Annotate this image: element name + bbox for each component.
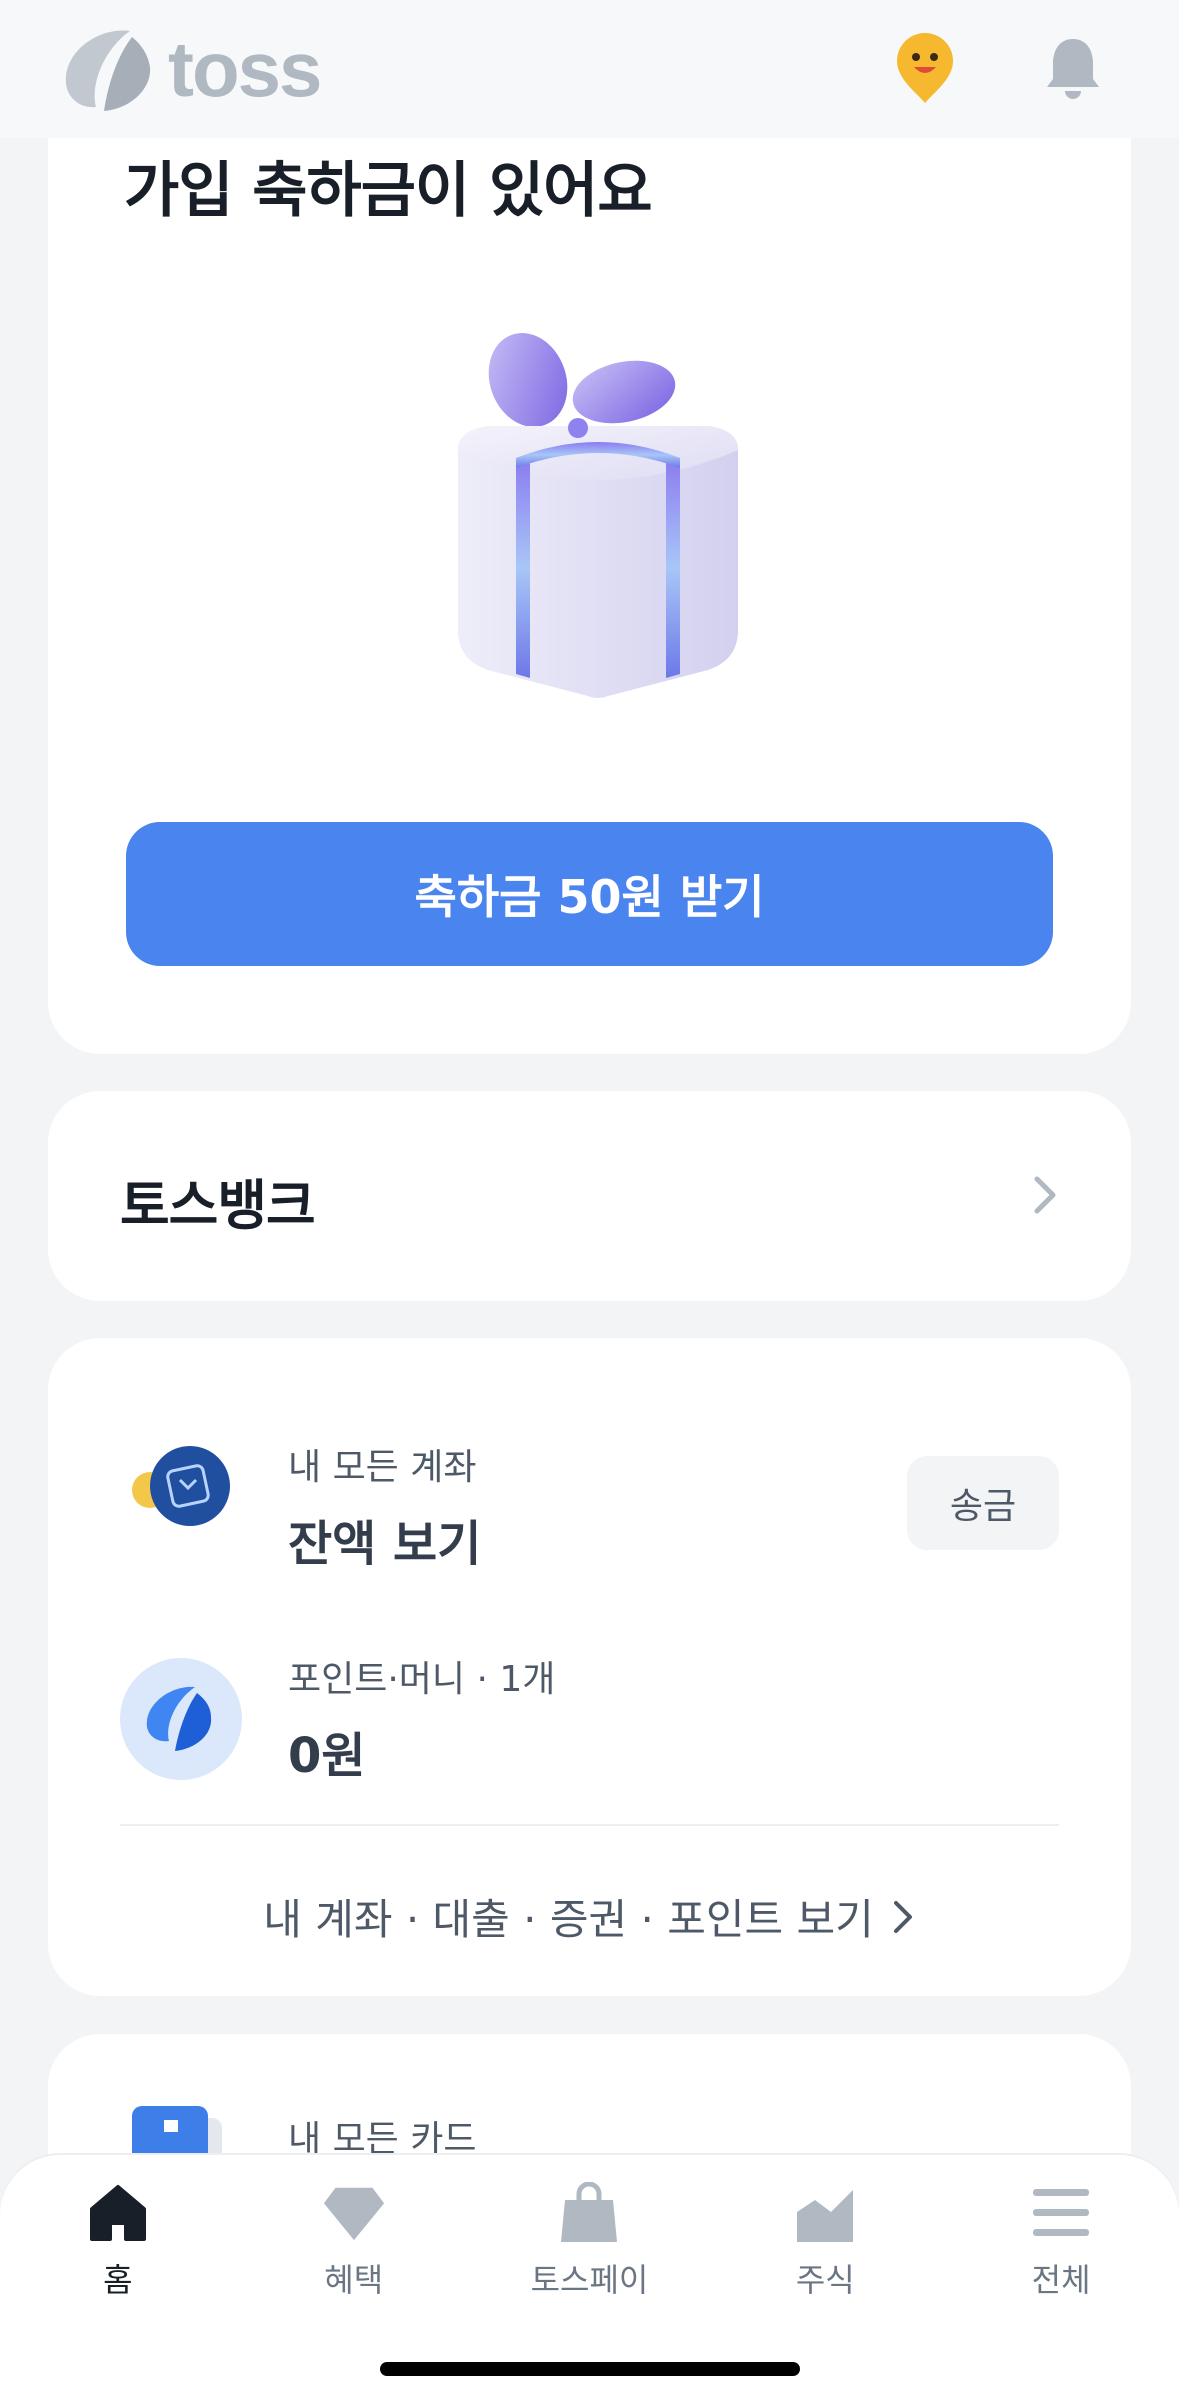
shopping-bag-icon: [557, 2181, 621, 2245]
view-all-assets-link[interactable]: 내 계좌 · 대출 · 증권 · 포인트 보기: [48, 1886, 1131, 1947]
tab-benefits[interactable]: 혜택: [236, 2181, 472, 2301]
tab-tosspay-label: 토스페이: [530, 2261, 649, 2299]
claim-bonus-button[interactable]: 축하금 50원 받기: [126, 822, 1053, 966]
gift-box-icon: [458, 333, 738, 698]
tab-home-label: 홈: [103, 2261, 133, 2299]
toss-logo-icon: [65, 30, 151, 111]
all-accounts-label: 내 모든 계좌: [288, 1447, 477, 1488]
top-header: toss: [0, 0, 1179, 138]
toss-logo[interactable]: toss: [60, 24, 322, 115]
send-money-button[interactable]: 송금: [907, 1456, 1059, 1550]
toss-bank-title: 토스뱅크: [120, 1174, 316, 1237]
chevron-right-icon: [1034, 1176, 1056, 1214]
diamond-icon: [322, 2181, 386, 2245]
divider: [120, 1824, 1059, 1826]
points-balance: 0원: [288, 1728, 366, 1784]
tab-all-label: 전체: [1031, 2261, 1091, 2299]
view-balance-text: 잔액 보기: [288, 1516, 482, 1572]
face-marker-icon[interactable]: [893, 31, 957, 107]
tab-benefits-label: 혜택: [324, 2261, 384, 2299]
bank-account-icon: [120, 1446, 242, 1568]
home-indicator[interactable]: [380, 2362, 800, 2376]
signup-bonus-title: 가입 축하금이 있어요: [124, 156, 653, 226]
view-all-assets-label: 내 계좌 · 대출 · 증권 · 포인트 보기: [263, 1895, 874, 1944]
tab-home[interactable]: 홈: [0, 2181, 236, 2301]
points-money-row[interactable]: 포인트·머니 · 1개 0원: [120, 1650, 1059, 1784]
home-icon: [86, 2181, 150, 2245]
tab-all[interactable]: 전체: [943, 2181, 1179, 2301]
toss-points-icon: [120, 1658, 242, 1780]
bell-icon[interactable]: [1041, 31, 1105, 107]
tab-stocks[interactable]: 주식: [707, 2181, 943, 2301]
menu-icon: [1029, 2181, 1093, 2245]
brand-name: toss: [168, 24, 322, 113]
app-screen: toss 가입 축하금이 있어요 축하금 50원 받기 토스뱅크 내 모든 계좌…: [0, 0, 1179, 2401]
chart-icon: [793, 2181, 857, 2245]
signup-bonus-card: 가입 축하금이 있어요 축하금 50원 받기: [48, 40, 1131, 1054]
accounts-card: 내 모든 계좌 잔액 보기 송금 포인트·머니 · 1개 0원 내 계좌 · 대…: [48, 1338, 1131, 1996]
points-money-label: 포인트·머니 · 1개: [288, 1659, 556, 1700]
tab-stocks-label: 주식: [795, 2261, 855, 2299]
toss-bank-card[interactable]: 토스뱅크: [48, 1091, 1131, 1301]
chevron-right-icon: [893, 1900, 912, 1933]
all-accounts-row[interactable]: 내 모든 계좌 잔액 보기 송금: [120, 1438, 1059, 1572]
tab-tosspay[interactable]: 토스페이: [472, 2181, 708, 2301]
